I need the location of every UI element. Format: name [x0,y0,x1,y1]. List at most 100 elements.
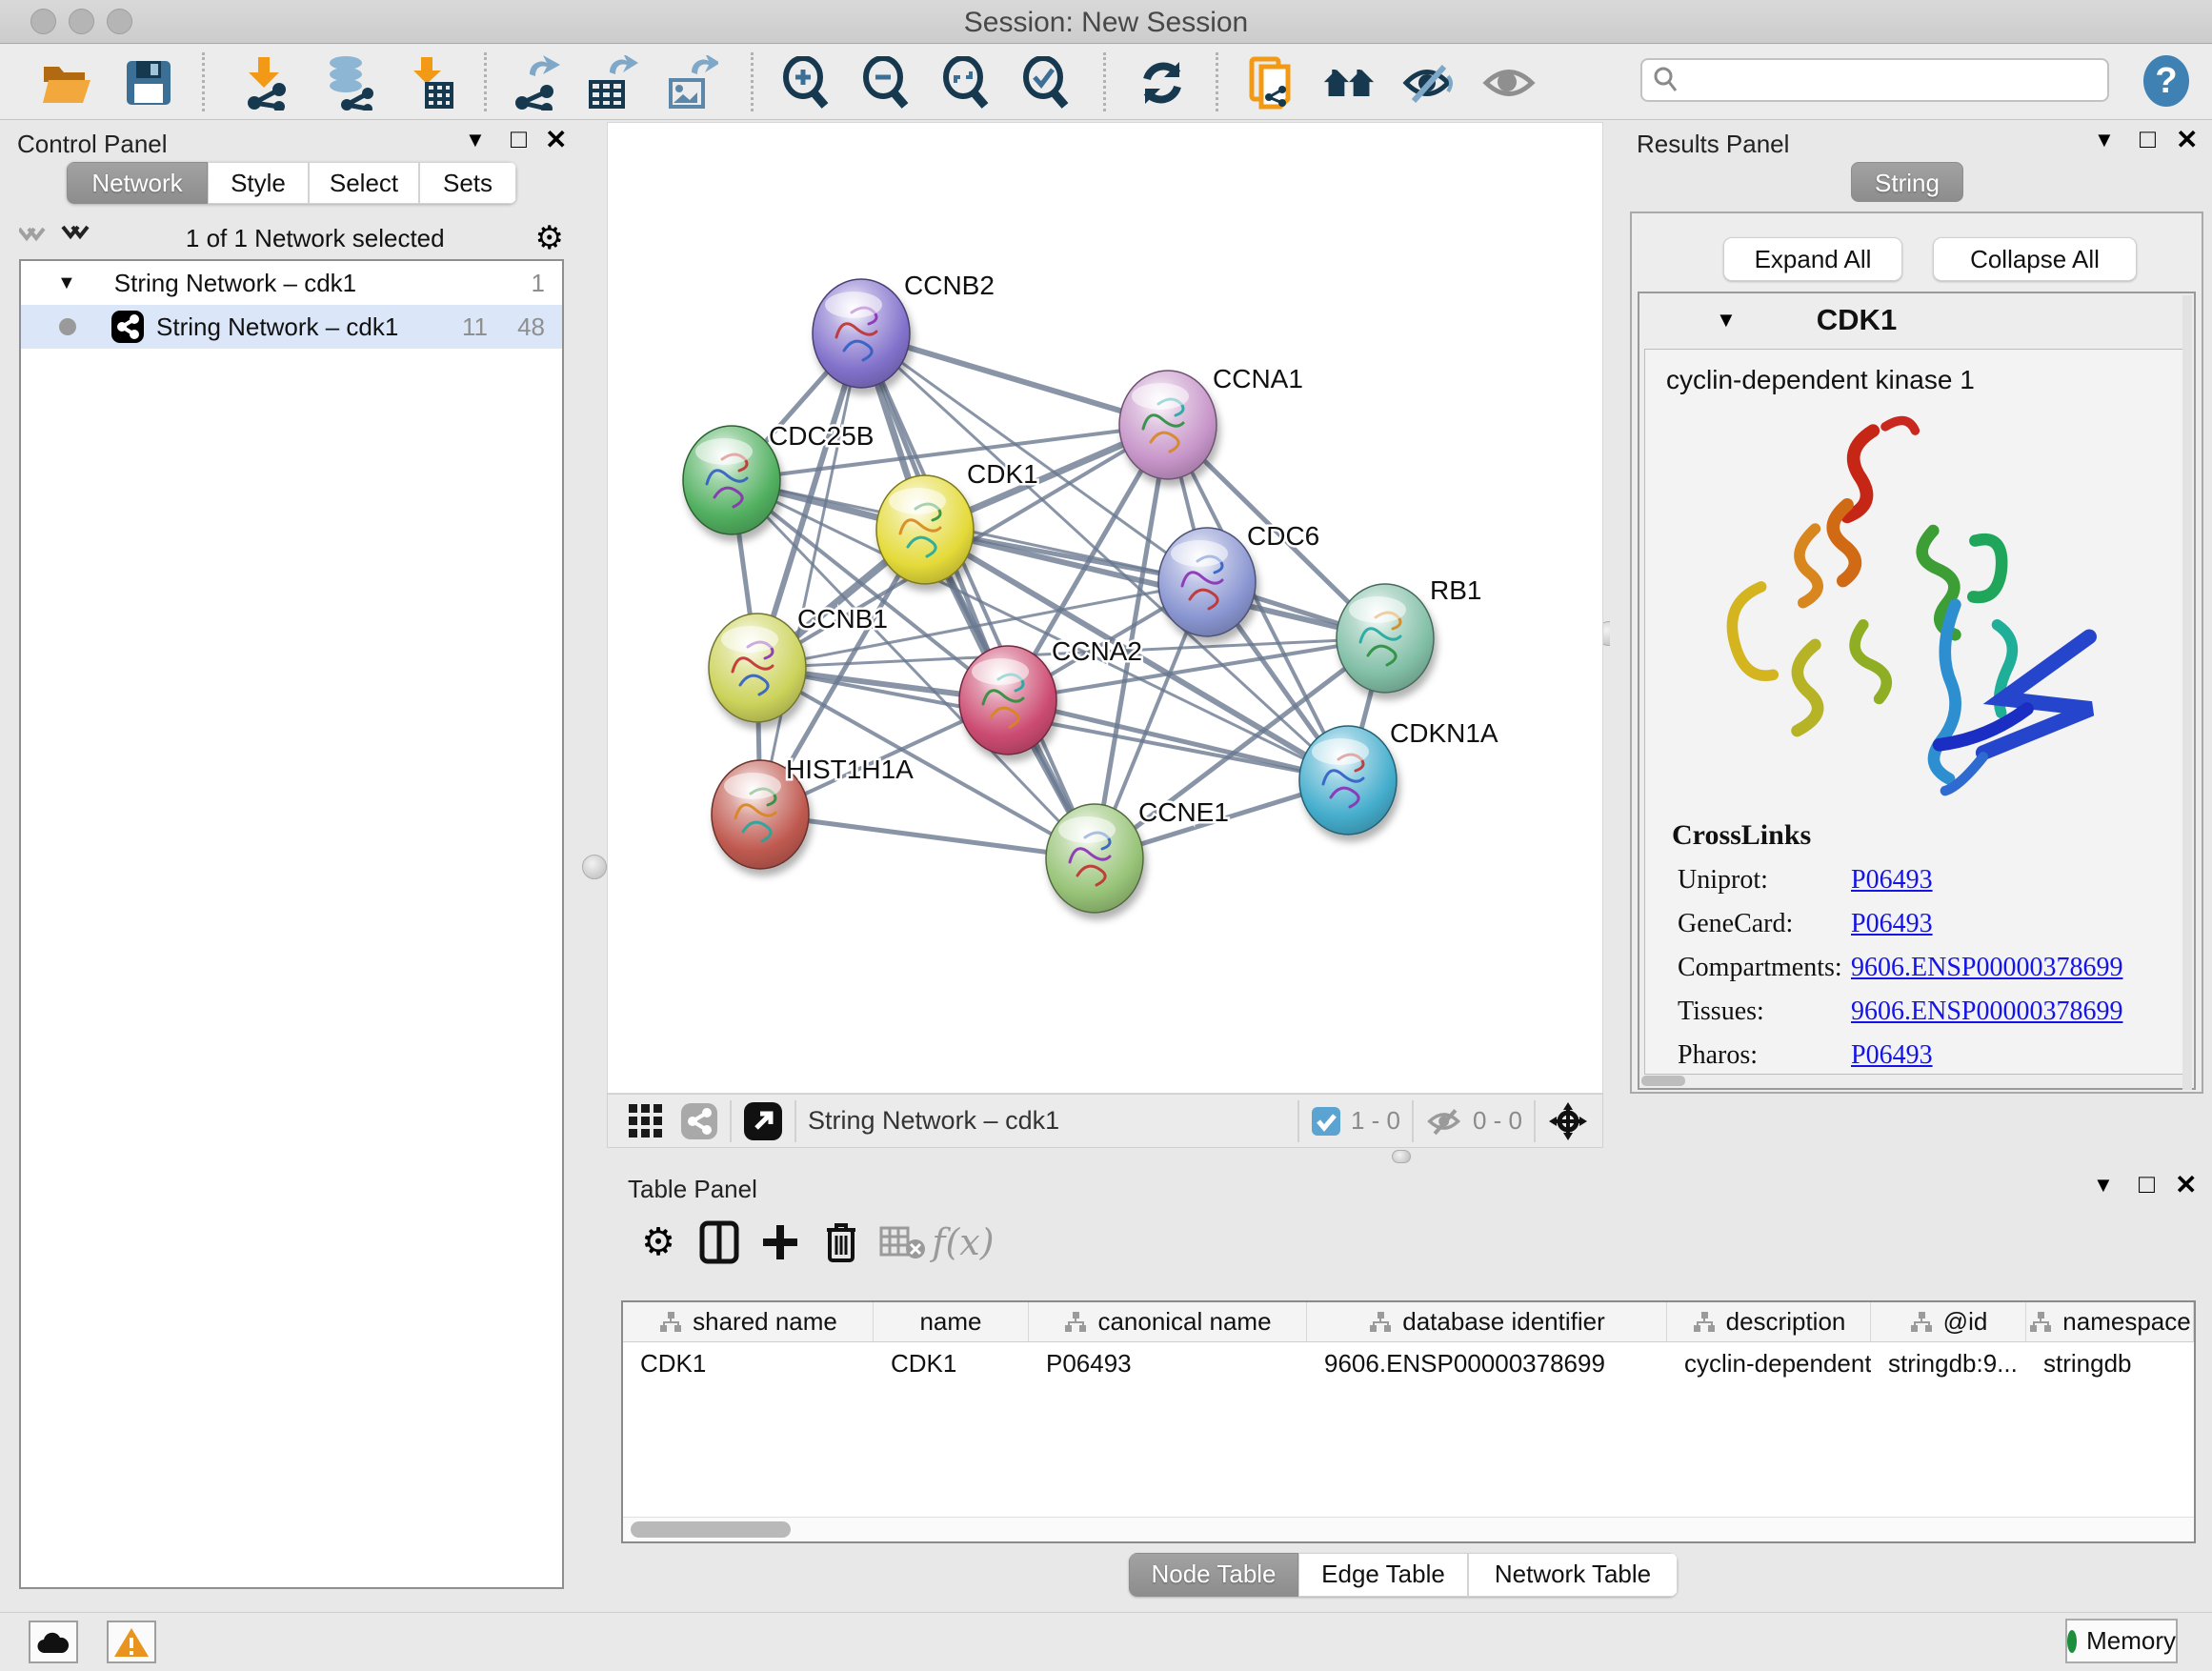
export-network-icon[interactable] [509,56,562,110]
results-panel-close-icon[interactable]: ✕ [2176,124,2198,155]
birds-eye-grid-icon[interactable] [627,1102,665,1140]
zoom-out-icon[interactable] [859,56,913,110]
node-CDC6[interactable] [1158,528,1256,636]
pan-crosshair-icon[interactable] [1547,1100,1589,1142]
table-row[interactable]: CDK1CDK1P064939606.ENSP00000378699cyclin… [623,1342,2194,1384]
tab-select[interactable]: Select [309,162,419,204]
gene-entry-header[interactable]: ▼ CDK1 [1639,293,2194,347]
import-table-file-icon[interactable] [404,56,457,110]
warning-button[interactable] [107,1621,156,1663]
network-row[interactable]: String Network – cdk1 11 48 [21,305,562,349]
node-CCNB2[interactable] [813,279,910,388]
tab-node-table[interactable]: Node Table [1129,1553,1298,1597]
network-overview-share-icon[interactable] [680,1102,718,1140]
tab-network-table[interactable]: Network Table [1468,1553,1678,1597]
table-cell[interactable]: P06493 [1029,1342,1307,1384]
node-CCNA2[interactable] [959,646,1056,755]
network-canvas[interactable]: CCNB2CCNA1CDC25BCDK1CDC6RB1CCNB1CCNA2CDK… [607,122,1603,1094]
column-header-shared-name[interactable]: shared name [623,1302,874,1341]
open-session-icon[interactable] [40,56,93,110]
crosslink-link[interactable]: 9606.ENSP00000378699 [1851,953,2122,983]
table-horizontal-scrollbar[interactable] [623,1517,2194,1541]
tab-edge-table[interactable]: Edge Table [1298,1553,1468,1597]
hidden-eye-icon[interactable] [1425,1105,1465,1137]
tab-string[interactable]: String [1851,162,1963,202]
delete-table-icon[interactable] [872,1216,933,1269]
table-cell[interactable]: cyclin-dependent ... [1667,1342,1871,1384]
crosslink-link[interactable]: P06493 [1851,909,1933,939]
node-CDKN1A[interactable] [1299,726,1397,835]
table-cell[interactable]: stringdb:9... [1871,1342,2026,1384]
refresh-icon[interactable] [1136,56,1189,110]
collapse-all-button[interactable]: Collapse All [1933,237,2137,281]
column-header-namespace[interactable]: namespace [2026,1302,2194,1341]
show-columns-icon[interactable] [689,1216,750,1269]
results-panel-menu-icon[interactable]: ▼ [2094,128,2115,152]
bottom-splitter-handle[interactable] [1392,1150,1411,1163]
crosslink-link[interactable]: 9606.ENSP00000378699 [1851,997,2122,1027]
column-header--id[interactable]: @id [1871,1302,2026,1341]
table-settings-gear-icon[interactable]: ⚙ [628,1216,689,1269]
memory-button[interactable]: Memory [2065,1619,2178,1663]
expand-all-button[interactable]: Expand All [1723,237,1902,281]
import-network-file-icon[interactable] [238,56,292,110]
delete-columns-trash-icon[interactable] [811,1216,872,1269]
help-icon[interactable]: ? [2140,54,2193,108]
results-vertical-scrollbar[interactable] [2182,295,2192,1090]
crosslink-link[interactable]: P06493 [1851,865,1933,896]
selected-checkbox-icon[interactable] [1311,1106,1341,1137]
table-cell[interactable]: stringdb [2026,1342,2194,1384]
node-table[interactable]: shared namenamecanonical namedatabase id… [621,1300,2196,1543]
control-panel-menu-icon[interactable]: ▼ [465,128,486,152]
column-header-database-identifier[interactable]: database identifier [1307,1302,1667,1341]
tab-network[interactable]: Network [67,162,208,204]
node-RB1[interactable] [1337,584,1434,693]
edge-CCNB2-HIST1H1A[interactable] [760,333,861,815]
export-table-icon[interactable] [585,56,638,110]
cloud-button[interactable] [29,1621,78,1663]
column-header-description[interactable]: description [1667,1302,1871,1341]
zoom-selected-icon[interactable] [1019,56,1073,110]
column-header-canonical-name[interactable]: canonical name [1029,1302,1307,1341]
collapse-all-icon[interactable] [19,223,53,253]
tab-style[interactable]: Style [208,162,309,204]
clone-network-icon[interactable] [1246,56,1299,110]
table-cell[interactable]: CDK1 [623,1342,874,1384]
column-header-name[interactable]: name [874,1302,1029,1341]
tab-sets[interactable]: Sets [419,162,516,204]
search-input[interactable] [1680,66,2081,94]
show-hidden-eye-icon[interactable] [1482,56,1536,110]
control-panel-close-icon[interactable]: ✕ [545,124,567,155]
table-cell[interactable]: CDK1 [874,1342,1029,1384]
crosslink-link[interactable]: P06493 [1851,1040,1933,1071]
node-CCNA1[interactable] [1119,371,1217,479]
node-CCNE1[interactable] [1046,804,1143,913]
search-box[interactable] [1640,58,2109,102]
table-panel-close-icon[interactable]: ✕ [2175,1169,2197,1200]
network-options-gear-icon[interactable]: ⚙ [535,219,564,257]
results-panel-float-icon[interactable]: □ [2140,124,2156,154]
table-cell[interactable]: 9606.ENSP00000378699 [1307,1342,1667,1384]
zoom-fit-icon[interactable] [939,56,993,110]
gene-expander-icon[interactable]: ▼ [1716,308,1737,332]
import-network-database-icon[interactable] [322,56,375,110]
left-splitter-handle[interactable] [582,855,607,879]
open-in-new-window-icon[interactable] [743,1101,783,1141]
network-collection-row[interactable]: ▼ String Network – cdk1 1 [21,261,562,305]
node-CDC25B[interactable] [683,426,780,534]
save-session-icon[interactable] [122,56,175,110]
results-horizontal-scrollbar-thumb[interactable] [1641,1076,1685,1086]
export-image-icon[interactable] [665,56,718,110]
collection-expander-icon[interactable]: ▼ [57,272,76,294]
edge-HIST1H1A-CCNE1[interactable] [760,815,1095,858]
node-CDK1[interactable] [876,475,974,584]
node-CCNB1[interactable] [709,614,806,722]
control-panel-float-icon[interactable]: □ [511,124,527,154]
table-panel-float-icon[interactable]: □ [2139,1169,2155,1199]
hide-selected-eye-icon[interactable] [1402,56,1456,110]
expand-all-icon[interactable] [61,223,95,253]
zoom-in-icon[interactable] [779,56,833,110]
table-scrollbar-thumb[interactable] [631,1521,791,1538]
create-column-icon[interactable] [750,1216,811,1269]
table-panel-menu-icon[interactable]: ▼ [2093,1173,2114,1198]
